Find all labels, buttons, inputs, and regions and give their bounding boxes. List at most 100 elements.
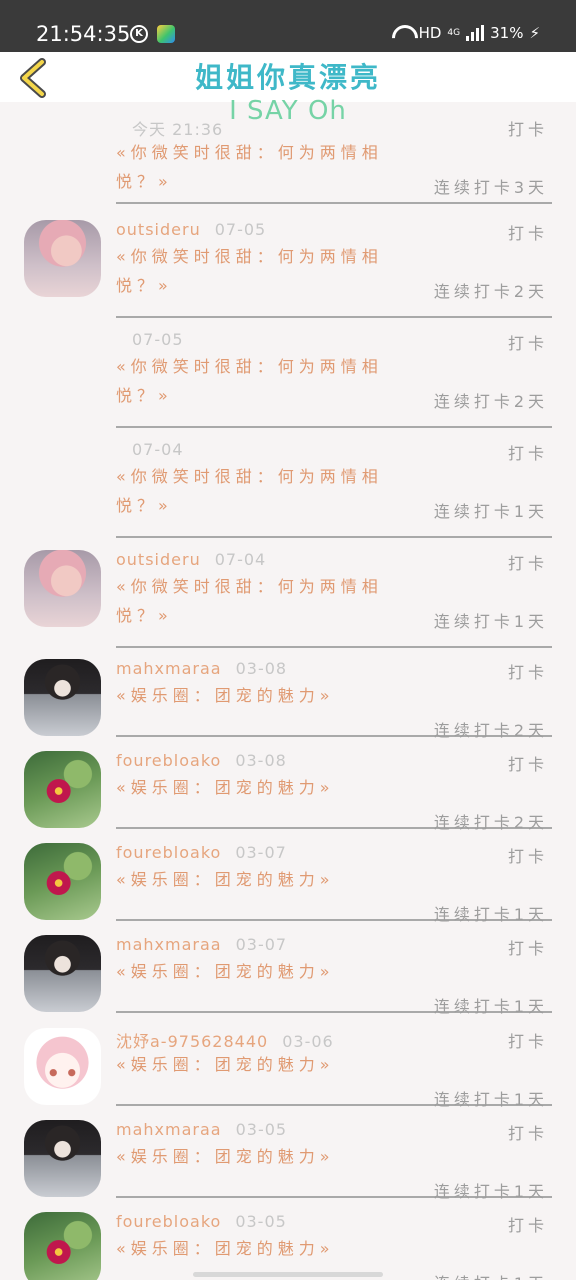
user-line: fourebloako 03-08 (116, 751, 287, 770)
user-line: 沈妤a-975628440 03-06 (116, 1028, 334, 1052)
avatar[interactable] (24, 935, 101, 1012)
username[interactable]: outsideru (116, 550, 201, 569)
username[interactable]: fourebloako (116, 1212, 221, 1231)
checkin-date: 03-07 (235, 843, 287, 862)
streak-count: 连续打卡1天 (433, 997, 548, 1016)
username[interactable]: 沈妤a-975628440 (116, 1032, 268, 1051)
status-time: 21:54:35 (36, 22, 131, 46)
k-app-icon: K (130, 25, 148, 43)
book-title[interactable]: «你微笑时很甜：何为两情相悦？» (116, 242, 396, 300)
streak-count: 连续打卡2天 (433, 813, 548, 832)
streak-count: 连续打卡1天 (433, 502, 548, 521)
status-right: HD 4G 31% ⚡ (391, 24, 540, 42)
list-item[interactable]: 今天 21:36 打卡 «你微笑时很甜：何为两情相悦？» 连续打卡3天 (0, 116, 576, 204)
username[interactable]: fourebloako (116, 843, 221, 862)
user-line: fourebloako 03-07 (116, 843, 287, 862)
checkin-label: 打卡 (507, 334, 548, 353)
list-item-content: outsideru 07-04 打卡 «你微笑时很甜：何为两情相悦？» 连续打卡1天 (116, 550, 552, 648)
checkin-date: 03-06 (282, 1032, 334, 1051)
checkin-label: 打卡 (507, 847, 548, 866)
checkin-label: 打卡 (507, 120, 548, 139)
username[interactable]: mahxmaraa (116, 1120, 222, 1139)
checkin-date: 03-08 (235, 659, 288, 678)
avatar[interactable] (24, 843, 101, 920)
book-title[interactable]: «你微笑时很甜：何为两情相悦？» (116, 352, 396, 410)
user-line: outsideru 07-04 (116, 550, 266, 569)
checkin-label: 打卡 (507, 939, 548, 958)
list-item-content: mahxmaraa 03-08 打卡 «娱乐圈：团宠的魅力» 连续打卡2天 (116, 659, 552, 740)
book-title[interactable]: «娱乐圈：团宠的魅力» (116, 1142, 396, 1171)
streak-count: 连续打卡2天 (433, 392, 548, 411)
checkin-date: 03-08 (235, 751, 287, 770)
username[interactable]: fourebloako (116, 751, 221, 770)
list-item-content: fourebloako 03-05 打卡 «娱乐圈：团宠的魅力» 连续打卡1天 (116, 1212, 552, 1280)
avatar[interactable] (24, 659, 101, 736)
book-title[interactable]: «娱乐圈：团宠的魅力» (116, 1050, 396, 1079)
book-title[interactable]: «你微笑时很甜：何为两情相悦？» (116, 462, 396, 520)
checkin-date: 03-05 (235, 1212, 287, 1231)
streak-count: 连续打卡1天 (433, 1090, 548, 1109)
user-line: mahxmaraa 03-05 (116, 1120, 287, 1139)
list-item[interactable]: outsideru 07-05 打卡 «你微笑时很甜：何为两情相悦？» 连续打卡2天 (0, 220, 576, 318)
list-item-content: 沈妤a-975628440 03-06 打卡 «娱乐圈：团宠的魅力» 连续打卡1天 (116, 1028, 552, 1109)
status-bar: 21:54:35 K HD 4G 31% ⚡ (0, 0, 576, 52)
username[interactable]: mahxmaraa (116, 659, 222, 678)
checkin-date: 03-05 (235, 1120, 288, 1139)
streak-count: 连续打卡1天 (433, 905, 548, 924)
username[interactable]: outsideru (116, 220, 201, 239)
charging-icon: ⚡ (529, 24, 540, 42)
streak-count: 连续打卡1天 (433, 1182, 548, 1201)
page-title: 姐姐你真漂亮 (194, 61, 381, 94)
user-line: mahxmaraa 03-08 (116, 659, 287, 678)
book-title[interactable]: «娱乐圈：团宠的魅力» (116, 865, 396, 894)
list-item[interactable]: mahxmaraa 03-07 打卡 «娱乐圈：团宠的魅力» 连续打卡1天 (0, 935, 576, 1016)
book-title[interactable]: «你微笑时很甜：何为两情相悦？» (116, 572, 396, 630)
header: 姐姐你真漂亮 I SAY Oh (0, 52, 576, 126)
list-item-content: outsideru 07-05 打卡 «你微笑时很甜：何为两情相悦？» 连续打卡2天 (116, 220, 552, 318)
checkin-date: 07-04 (214, 550, 267, 569)
username[interactable]: mahxmaraa (116, 935, 222, 954)
list-item[interactable]: 07-04 打卡 «你微笑时很甜：何为两情相悦？» 连续打卡1天 (0, 440, 576, 538)
streak-count: 连续打卡1天 (434, 1270, 548, 1280)
checkin-label: 打卡 (507, 224, 548, 243)
avatar[interactable] (24, 1212, 101, 1280)
book-title[interactable]: «娱乐圈：团宠的魅力» (116, 773, 396, 802)
checkin-label: 打卡 (507, 663, 548, 682)
book-title[interactable]: «娱乐圈：团宠的魅力» (116, 681, 396, 710)
signal-icon (466, 25, 485, 41)
list-item[interactable]: mahxmaraa 03-05 打卡 «娱乐圈：团宠的魅力» 连续打卡1天 (0, 1120, 576, 1201)
list-item[interactable]: mahxmaraa 03-08 打卡 «娱乐圈：团宠的魅力» 连续打卡2天 (0, 659, 576, 740)
user-line: mahxmaraa 03-07 (116, 935, 287, 954)
checkin-label: 打卡 (507, 1124, 548, 1143)
book-title[interactable]: «娱乐圈：团宠的魅力» (116, 1234, 396, 1263)
checkin-label: 打卡 (507, 444, 548, 463)
home-indicator[interactable] (193, 1272, 383, 1277)
streak-count: 连续打卡2天 (433, 282, 548, 301)
avatar[interactable] (24, 1028, 101, 1105)
checkin-date: 07-05 (132, 330, 184, 349)
avatar[interactable] (24, 550, 101, 627)
network-label: HD (418, 24, 442, 42)
list-item[interactable]: 沈妤a-975628440 03-06 打卡 «娱乐圈：团宠的魅力» 连续打卡1天 (0, 1028, 576, 1109)
list-item[interactable]: fourebloako 03-05 打卡 «娱乐圈：团宠的魅力» 连续打卡1天 (0, 1212, 576, 1280)
list-item[interactable]: fourebloako 03-07 打卡 «娱乐圈：团宠的魅力» 连续打卡1天 (0, 843, 576, 924)
list-item[interactable]: fourebloako 03-08 打卡 «娱乐圈：团宠的魅力» 连续打卡2天 (0, 751, 576, 832)
avatar[interactable] (24, 1120, 101, 1197)
list-item[interactable]: outsideru 07-04 打卡 «你微笑时很甜：何为两情相悦？» 连续打卡1天 (0, 550, 576, 648)
checkin-date: 07-04 (132, 440, 184, 459)
book-title[interactable]: «你微笑时很甜：何为两情相悦？» (116, 138, 396, 196)
user-line: fourebloako 03-05 (116, 1212, 287, 1231)
list-item-content: 07-05 打卡 «你微笑时很甜：何为两情相悦？» 连续打卡2天 (116, 330, 552, 428)
avatar[interactable] (24, 220, 101, 297)
book-title[interactable]: «娱乐圈：团宠的魅力» (116, 957, 396, 986)
checkin-date: 03-07 (235, 935, 288, 954)
checkin-date: 07-05 (214, 220, 267, 239)
avatar[interactable] (24, 751, 101, 828)
wifi-icon (391, 25, 413, 41)
user-line: 今天 21:36 (116, 116, 223, 140)
video-app-icon (157, 25, 175, 43)
list-item[interactable]: 07-05 打卡 «你微笑时很甜：何为两情相悦？» 连续打卡2天 (0, 330, 576, 428)
checkin-date: 今天 21:36 (132, 120, 224, 139)
checkin-label: 打卡 (507, 1032, 548, 1051)
user-line: outsideru 07-05 (116, 220, 266, 239)
